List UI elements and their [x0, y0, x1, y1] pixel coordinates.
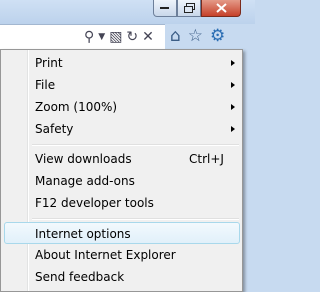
close-button[interactable]: [201, 0, 241, 17]
menu-item-internet-options[interactable]: Internet options: [4, 222, 240, 244]
menu-item-zoom[interactable]: Zoom (100%): [4, 96, 240, 118]
address-bar-buttons: ⚲ ▼ ▧ ↻ ✕: [84, 30, 154, 44]
refresh-icon[interactable]: ↻: [126, 30, 138, 44]
menu-item-f12-developer-tools[interactable]: F12 developer tools: [4, 192, 240, 214]
submenu-arrow-icon: [231, 104, 235, 110]
title-bar: [0, 0, 255, 24]
submenu-arrow-icon: [231, 126, 235, 132]
menu-item-label: About Internet Explorer: [35, 248, 176, 262]
window-controls: [153, 0, 241, 17]
menu-item-shortcut: Ctrl+J: [189, 152, 224, 166]
compat-view-icon[interactable]: ▧: [109, 30, 122, 44]
gear-icon[interactable]: ⚙: [210, 27, 225, 45]
menu-item-label: View downloads: [35, 152, 132, 166]
menu-item-file[interactable]: File: [4, 74, 240, 96]
menu-item-label: Send feedback: [35, 270, 125, 284]
stop-icon[interactable]: ✕: [142, 30, 154, 44]
menu-item-print[interactable]: Print: [4, 52, 240, 74]
menu-item-safety[interactable]: Safety: [4, 118, 240, 140]
close-icon: [215, 3, 227, 13]
menu-item-label: File: [35, 78, 56, 92]
menu-item-send-feedback[interactable]: Send feedback: [4, 266, 240, 288]
tools-menu: Print File Zoom (100%) Safety View downl…: [0, 49, 243, 292]
chevron-down-icon[interactable]: ▼: [98, 30, 105, 44]
menu-item-label: Safety: [35, 122, 74, 136]
menu-separator: [32, 144, 239, 146]
command-icons: ⌂ ☆ ⚙: [170, 27, 225, 45]
menu-item-label: Manage add-ons: [35, 174, 135, 188]
home-icon[interactable]: ⌂: [170, 27, 181, 45]
menu-item-view-downloads[interactable]: View downloads Ctrl+J: [4, 148, 240, 170]
menu-item-label: Print: [35, 56, 63, 70]
restore-icon: [183, 3, 195, 13]
menu-separator: [32, 218, 239, 220]
menu-item-label: Zoom (100%): [35, 100, 118, 114]
submenu-arrow-icon: [231, 82, 235, 88]
minimize-icon: [160, 7, 169, 9]
menu-item-label: Internet options: [35, 227, 131, 241]
menu-item-manage-addons[interactable]: Manage add-ons: [4, 170, 240, 192]
submenu-arrow-icon: [231, 60, 235, 66]
restore-button[interactable]: [177, 0, 201, 17]
minimize-button[interactable]: [153, 0, 177, 17]
menu-item-about-internet-explorer[interactable]: About Internet Explorer: [4, 244, 240, 266]
search-icon[interactable]: ⚲: [84, 30, 94, 44]
favorites-star-icon[interactable]: ☆: [188, 27, 203, 45]
menu-item-label: F12 developer tools: [35, 196, 154, 210]
